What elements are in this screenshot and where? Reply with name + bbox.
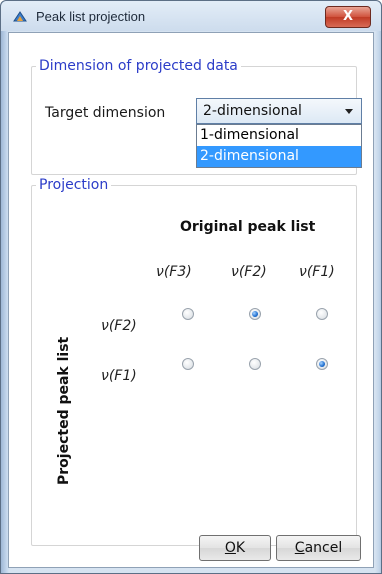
radio-f1-from-f1[interactable] — [316, 358, 328, 370]
chevron-down-icon[interactable] — [345, 109, 353, 114]
dimension-panel-legend: Dimension of projected data — [39, 58, 238, 74]
radio-f2-from-f1[interactable] — [316, 308, 328, 320]
radio-f2-from-f2[interactable] — [249, 308, 261, 320]
radio-f2-from-f3[interactable] — [182, 308, 194, 320]
app-icon — [13, 11, 27, 22]
radio-f1-from-f2[interactable] — [249, 358, 261, 370]
column-header-f1: ν(F1) — [299, 264, 335, 280]
target-dimension-dropdown: 1-dimensional 2-dimensional — [196, 124, 362, 168]
cancel-button[interactable]: Cancel — [276, 535, 361, 561]
projection-panel-legend: Projection — [39, 177, 109, 193]
row-header-f1: ν(F1) — [101, 368, 137, 384]
close-button[interactable]: X — [325, 6, 371, 28]
dropdown-option-2d[interactable]: 2-dimensional — [197, 146, 361, 167]
ok-label: K — [235, 540, 246, 556]
target-dimension-value: 2-dimensional — [203, 103, 302, 119]
ok-button[interactable]: OK — [199, 535, 271, 561]
column-header-f3: ν(F3) — [156, 264, 192, 280]
dropdown-option-1d[interactable]: 1-dimensional — [197, 125, 361, 146]
close-icon: X — [342, 9, 354, 24]
projected-peak-list-label: Projected peak list — [56, 336, 72, 485]
column-header-f2: ν(F2) — [231, 264, 267, 280]
original-peak-list-label: Original peak list — [180, 219, 316, 235]
target-dimension-label: Target dimension — [45, 105, 166, 121]
window-title: Peak list projection — [36, 9, 146, 24]
radio-f1-from-f3[interactable] — [182, 358, 194, 370]
row-header-f2: ν(F2) — [101, 318, 137, 334]
target-dimension-select[interactable]: 2-dimensional — [196, 98, 362, 124]
ok-mnemonic: O — [224, 540, 236, 556]
cancel-mnemonic: C — [294, 540, 305, 556]
cancel-label: ancel — [304, 540, 343, 556]
title-bar[interactable]: Peak list projection X — [1, 1, 381, 31]
